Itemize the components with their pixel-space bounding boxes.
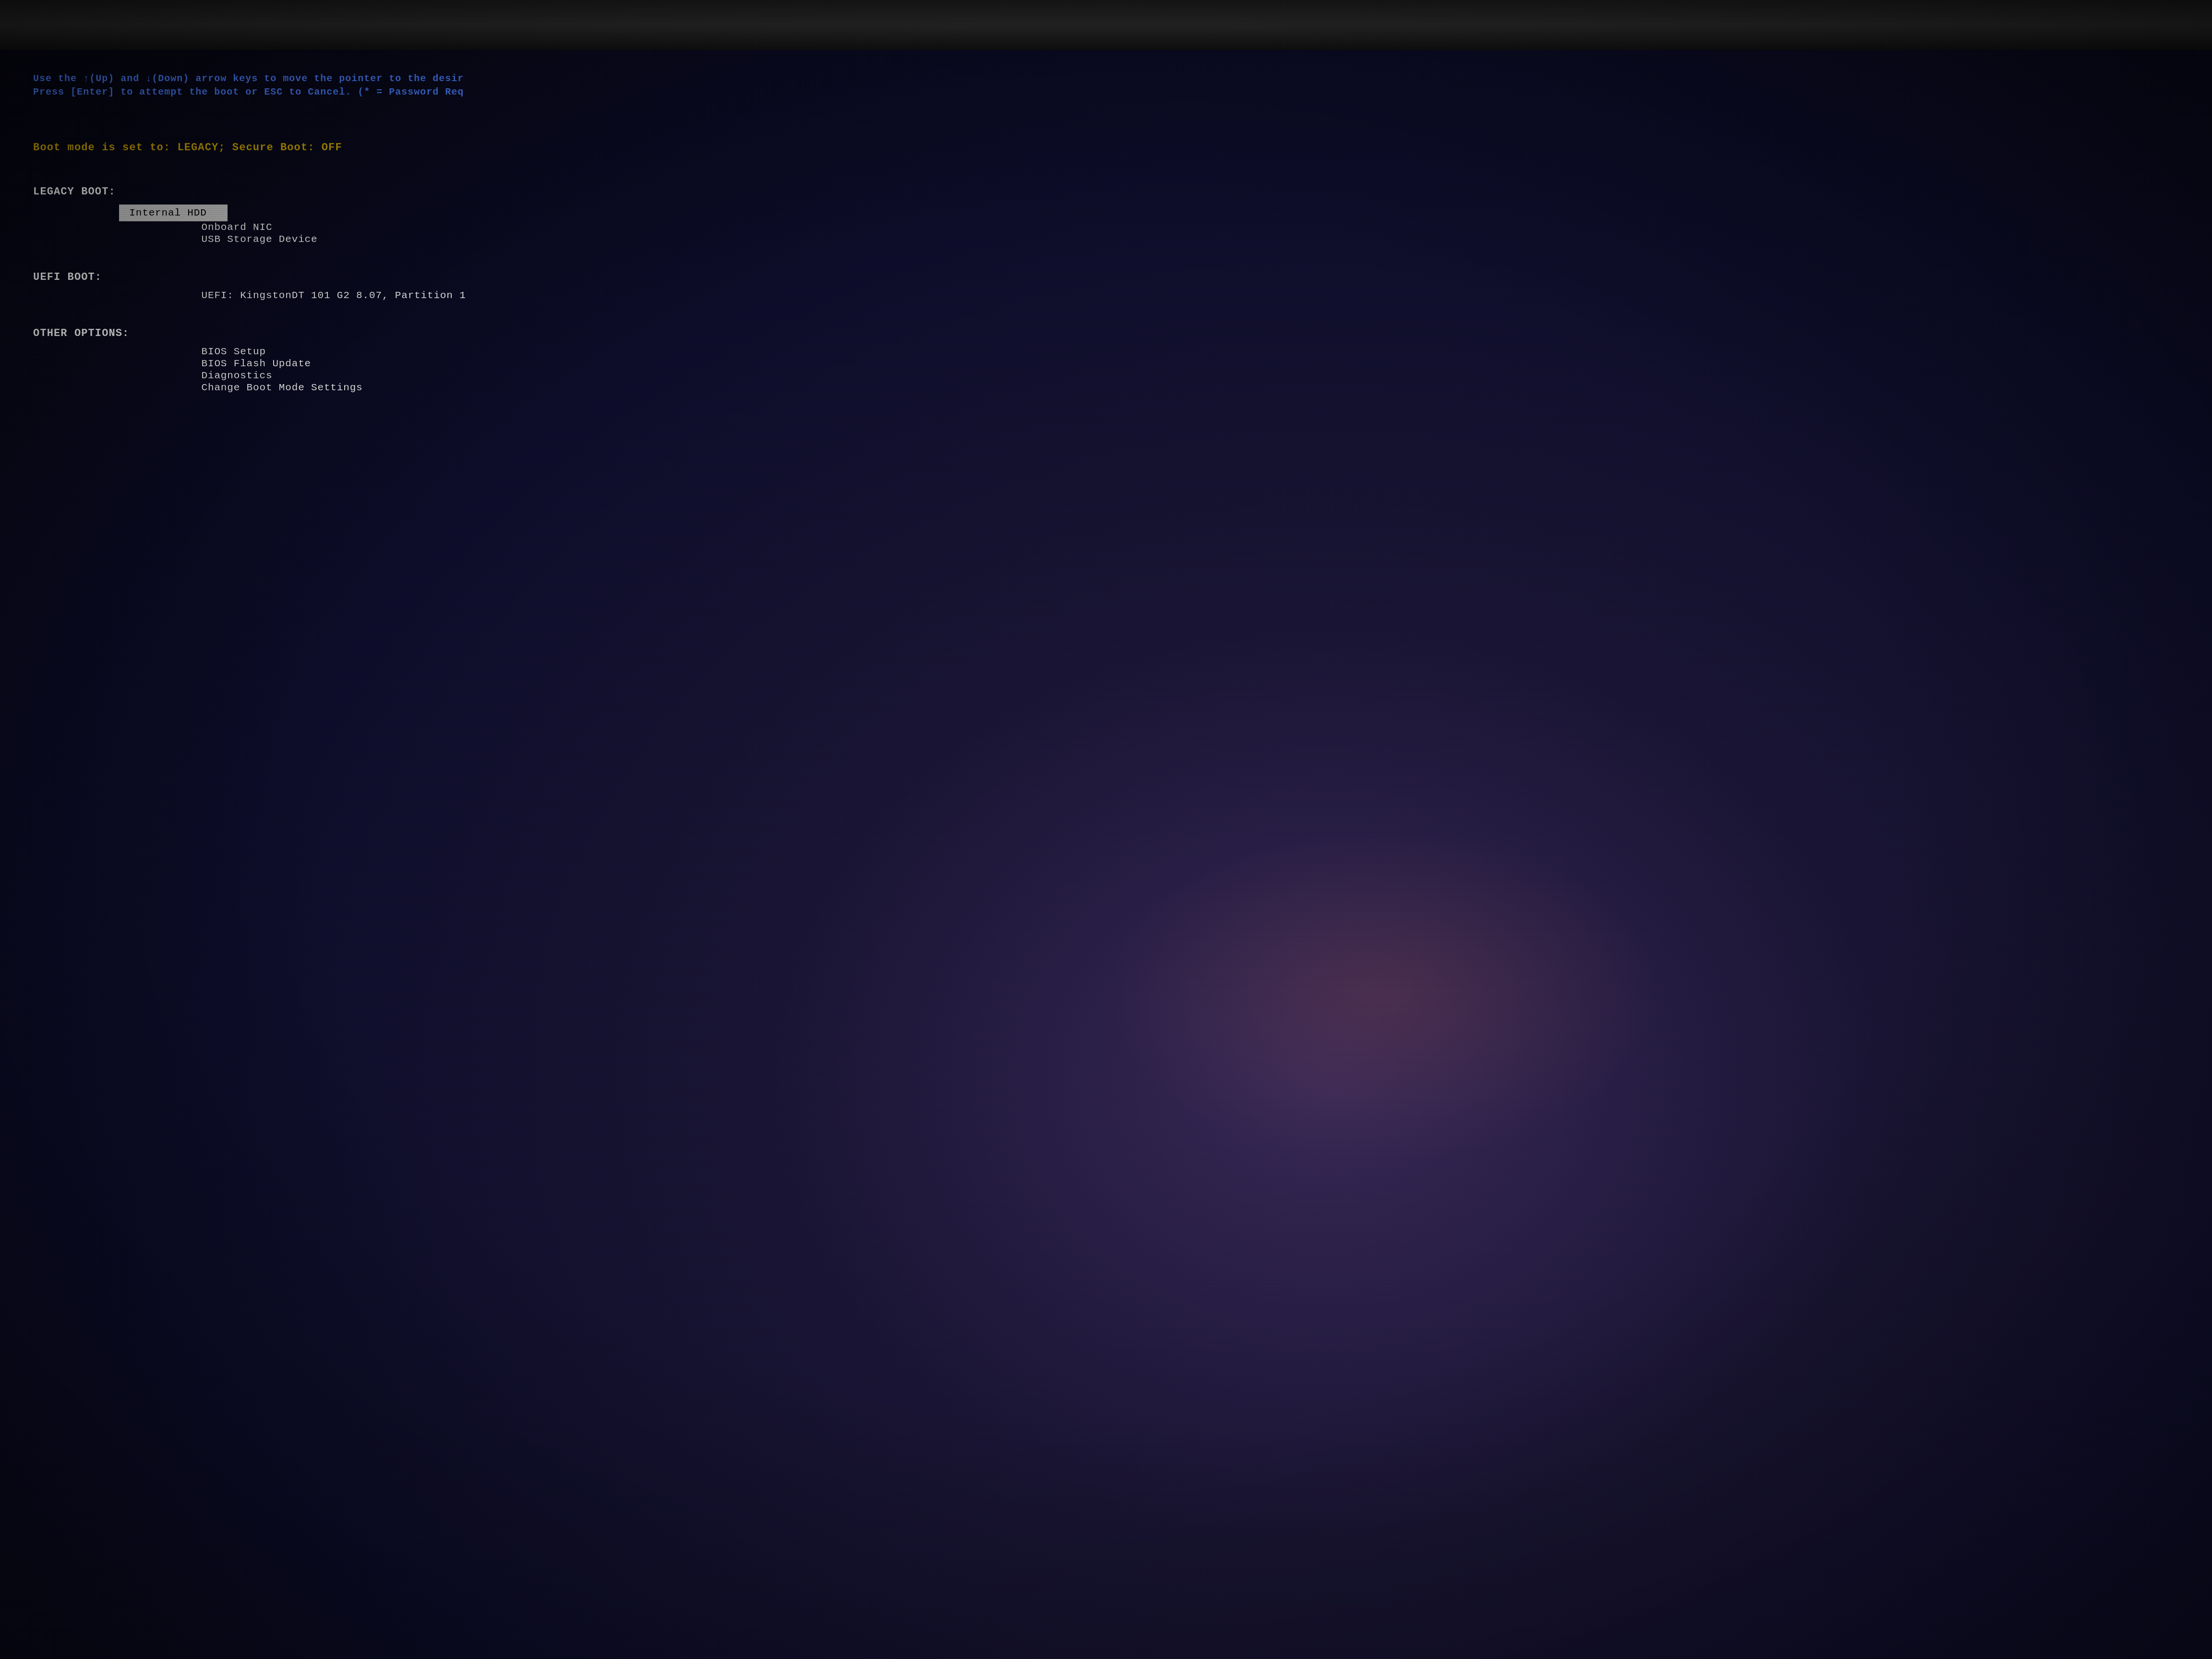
menu-item-change-boot-mode[interactable]: Change Boot Mode Settings: [119, 379, 363, 397]
uefi-boot-header: UEFI BOOT:: [33, 271, 2179, 283]
menu-item-usb-storage[interactable]: USB Storage Device: [119, 231, 318, 248]
menu-item-internal-hdd-wrapper[interactable]: Internal HDD: [33, 204, 2179, 222]
legacy-boot-section: LEGACY BOOT: Internal HDD Onboard NIC US…: [33, 186, 2179, 245]
uefi-boot-section: UEFI BOOT: UEFI: KingstonDT 101 G2 8.07,…: [33, 271, 2179, 301]
legacy-boot-header: LEGACY BOOT:: [33, 186, 2179, 198]
other-options-header: OTHER OPTIONS:: [33, 327, 2179, 339]
bezel-top: [0, 0, 2212, 50]
menu-item-uefi-kingston[interactable]: UEFI: KingstonDT 101 G2 8.07, Partition …: [119, 287, 466, 304]
menu-item-bios-flash-wrapper[interactable]: BIOS Flash Update: [33, 358, 2179, 370]
menu-item-bios-setup-wrapper[interactable]: BIOS Setup: [33, 346, 2179, 358]
other-options-section: OTHER OPTIONS: BIOS Setup BIOS Flash Upd…: [33, 327, 2179, 394]
menu-item-uefi-kingston-wrapper[interactable]: UEFI: KingstonDT 101 G2 8.07, Partition …: [33, 289, 2179, 301]
instruction-line-1: Use the ↑(Up) and ↓(Down) arrow keys to …: [33, 72, 2179, 85]
menu-item-change-boot-mode-wrapper[interactable]: Change Boot Mode Settings: [33, 382, 2179, 394]
boot-mode-line: Boot mode is set to: LEGACY; Secure Boot…: [33, 142, 2179, 154]
bios-screen: Use the ↑(Up) and ↓(Down) arrow keys to …: [0, 0, 2212, 1659]
instruction-line-2: Press [Enter] to attempt the boot or ESC…: [33, 85, 2179, 99]
menu-item-onboard-nic-wrapper[interactable]: Onboard NIC: [33, 221, 2179, 233]
bios-content: Use the ↑(Up) and ↓(Down) arrow keys to …: [0, 50, 2212, 1659]
menu-item-usb-storage-wrapper[interactable]: USB Storage Device: [33, 233, 2179, 245]
